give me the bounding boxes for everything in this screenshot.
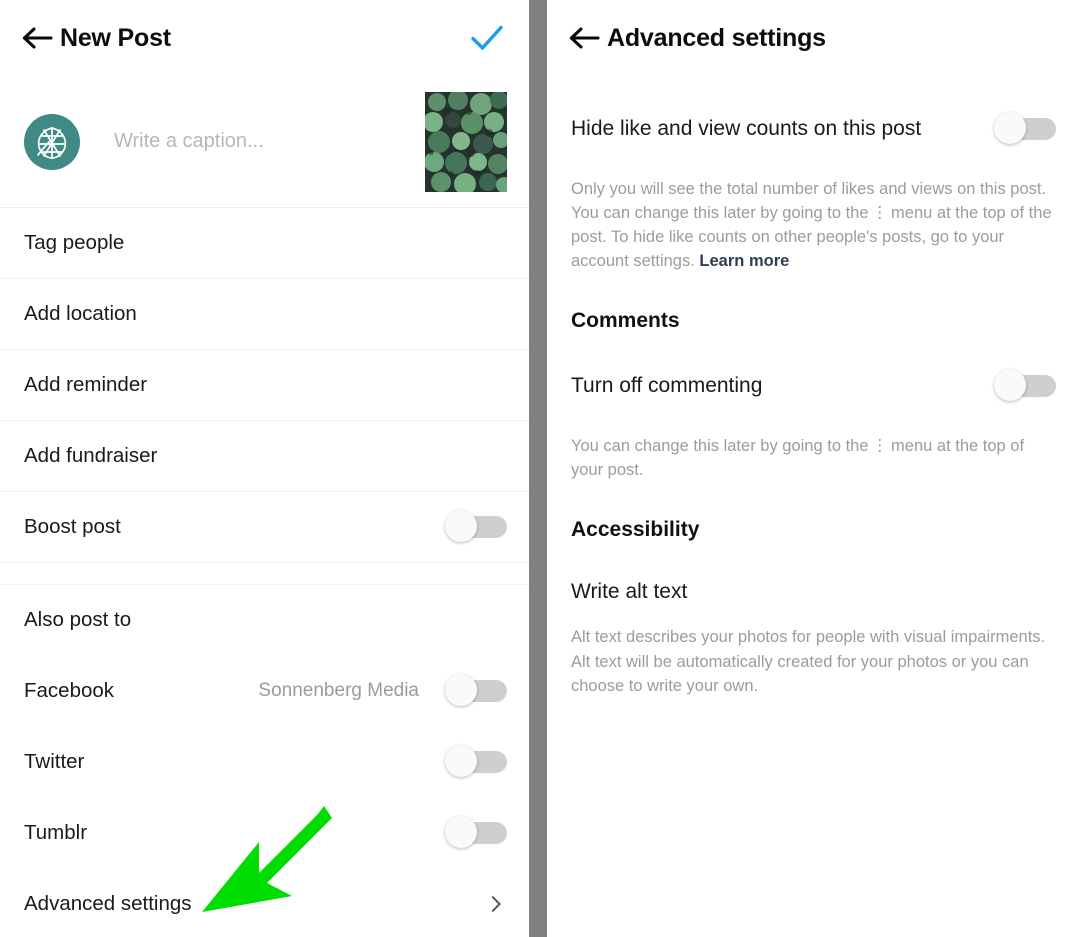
write-alt-text-action[interactable]: Write alt text — [571, 580, 687, 604]
kebab-menu-glyph: ⋮ — [871, 204, 889, 223]
turn-off-commenting-label: Turn off commenting — [571, 374, 763, 398]
boost-post-toggle[interactable] — [445, 510, 507, 542]
hide-counts-toggle[interactable] — [994, 112, 1056, 144]
row-label: Add location — [24, 302, 137, 325]
also-post-to-heading: Also post to — [0, 585, 529, 655]
row-advanced-settings[interactable]: Advanced settings — [0, 868, 529, 937]
new-post-screen: New Post Write a caption... Tag people A… — [0, 0, 529, 937]
succulent-photo-thumbnail[interactable] — [425, 91, 507, 192]
kebab-menu-glyph: ⋮ — [871, 437, 889, 456]
row-label: Tumblr — [24, 820, 88, 844]
hide-counts-help-text: Only you will see the total number of li… — [571, 177, 1056, 273]
row-add-reminder[interactable]: Add reminder — [0, 350, 529, 421]
turn-off-commenting-toggle[interactable] — [994, 369, 1056, 402]
row-label: Add reminder — [24, 373, 148, 396]
help-part-1: You can change this later by going to th… — [571, 437, 869, 456]
hide-counts-label: Hide like and view counts on this post — [571, 116, 922, 140]
panel-divider — [529, 0, 547, 937]
row-label: Add fundraiser — [24, 444, 158, 467]
toggle-knob — [994, 112, 1026, 144]
page-title: Advanced settings — [607, 23, 826, 52]
hide-counts-row[interactable]: Hide like and view counts on this post — [571, 102, 1056, 156]
also-post-to-label: Also post to — [24, 608, 132, 631]
back-arrow-icon[interactable] — [561, 15, 607, 61]
row-tumblr[interactable]: Tumblr — [0, 797, 529, 868]
learn-more-link[interactable]: Learn more — [699, 252, 789, 270]
row-boost-post[interactable]: Boost post — [0, 492, 529, 563]
toggle-knob — [445, 510, 477, 542]
caption-input[interactable] — [114, 130, 425, 153]
row-controls — [445, 510, 507, 542]
check-icon[interactable] — [463, 14, 511, 62]
twitter-toggle[interactable] — [445, 744, 507, 777]
accessibility-section-title: Accessibility — [571, 518, 700, 542]
row-add-location[interactable]: Add location — [0, 279, 529, 350]
row-label: Twitter — [24, 749, 85, 773]
caption-composer-row — [0, 76, 529, 208]
row-add-fundraiser[interactable]: Add fundraiser — [0, 421, 529, 492]
advanced-settings-screen: Advanced settings Hide like and view cou… — [547, 0, 1080, 937]
tumblr-toggle[interactable] — [445, 815, 507, 848]
row-label: Advanced settings — [24, 891, 192, 915]
toggle-knob — [445, 815, 477, 848]
new-post-app-bar: New Post — [0, 0, 529, 76]
row-controls: Sonnenberg Media — [258, 673, 507, 706]
comments-help-text: You can change this later by going to th… — [571, 434, 1056, 482]
accessibility-help-text: Alt text describes your photos for peopl… — [571, 628, 1046, 695]
row-label: Boost post — [24, 515, 121, 538]
row-controls — [445, 744, 507, 777]
comments-section-title: Comments — [571, 309, 680, 333]
advanced-settings-app-bar: Advanced settings — [547, 0, 1080, 76]
page-title: New Post — [60, 23, 171, 52]
back-arrow-icon[interactable] — [14, 15, 60, 61]
section-separator — [0, 563, 529, 585]
toggle-knob — [445, 744, 477, 777]
turn-off-commenting-row[interactable]: Turn off commenting — [571, 359, 1056, 413]
toggle-knob — [445, 673, 477, 706]
advanced-settings-body: Hide like and view counts on this post O… — [547, 102, 1080, 698]
screenshot-root: New Post Write a caption... Tag people A… — [0, 0, 1080, 937]
row-label: Tag people — [24, 231, 125, 254]
facebook-toggle[interactable] — [445, 673, 507, 706]
row-label: Facebook — [24, 678, 115, 702]
chevron-right-icon — [485, 893, 507, 915]
facebook-page-name: Sonnenberg Media — [258, 679, 419, 701]
row-twitter[interactable]: Twitter — [0, 726, 529, 797]
row-controls — [445, 815, 507, 848]
leaf-logo-avatar-icon — [24, 113, 80, 170]
row-tag-people[interactable]: Tag people — [0, 208, 529, 279]
row-facebook[interactable]: Facebook Sonnenberg Media — [0, 655, 529, 726]
